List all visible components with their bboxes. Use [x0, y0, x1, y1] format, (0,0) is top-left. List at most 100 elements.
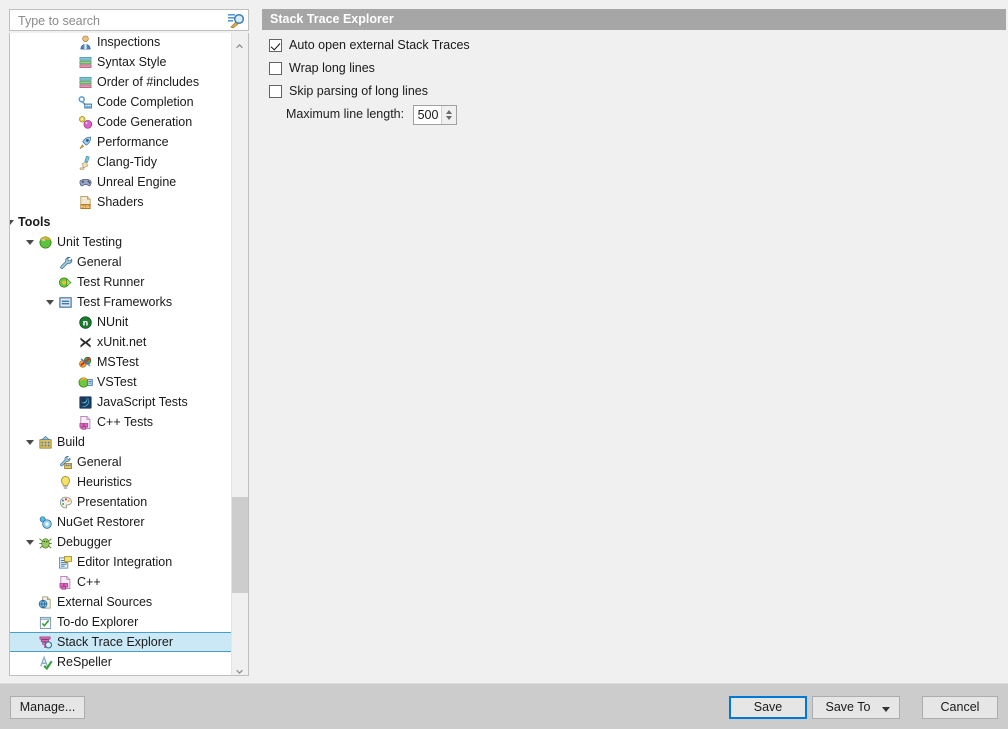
tree-item-javascript-tests[interactable]: JavaScript Tests	[10, 392, 232, 412]
tree-item-label: Unit Testing	[57, 235, 123, 249]
tree-item-heuristics[interactable]: Heuristics	[10, 472, 232, 492]
checkbox-label: Auto open external Stack Traces	[289, 38, 470, 52]
expander-collapse-icon[interactable]	[26, 440, 34, 445]
checkbox-auto-open-external-stack-traces[interactable]	[269, 39, 282, 52]
tree-item-code-completion[interactable]: Code Completion	[10, 92, 232, 112]
respeller-icon	[38, 655, 53, 671]
tree-item-label: Heuristics	[77, 475, 132, 489]
tree-item-label: Syntax Style	[97, 55, 167, 69]
tree-item-xunit-net[interactable]: xUnit.net	[10, 332, 232, 352]
tree-item-label: Shaders	[97, 195, 144, 209]
expander-collapse-icon[interactable]	[46, 300, 54, 305]
tree-item-c[interactable]: C++	[10, 572, 232, 592]
tree-item-presentation[interactable]: Presentation	[10, 492, 232, 512]
tree-item-to-do-explorer[interactable]: To-do Explorer	[10, 612, 232, 632]
stack-trace-icon	[38, 635, 53, 650]
checkbox-skip-parsing-of-long-lines[interactable]	[269, 85, 282, 98]
tree-item-vstest[interactable]: VSTest	[10, 372, 232, 392]
maximum-line-length-value[interactable]: 500	[418, 106, 439, 124]
external-sources-icon	[38, 595, 53, 610]
checkbox-row-skip-parsing-of-long-lines[interactable]: Skip parsing of long lines	[269, 82, 428, 100]
svg-text:n: n	[83, 319, 89, 328]
code-generation-icon	[78, 115, 93, 130]
manage-button[interactable]: Manage...	[10, 696, 85, 719]
tree-item-general[interactable]: General	[10, 252, 232, 272]
checkbox-row-wrap-long-lines[interactable]: Wrap long lines	[269, 59, 375, 77]
tree-item-performance[interactable]: Performance	[10, 132, 232, 152]
tree-item-mstest[interactable]: MSTest	[10, 352, 232, 372]
unit-testing-icon	[38, 235, 53, 250]
checkbox-wrap-long-lines[interactable]	[269, 62, 282, 75]
syntax-style-icon	[78, 55, 93, 70]
tree-item-label: xUnit.net	[97, 335, 147, 349]
xunit-icon	[78, 335, 93, 350]
tree-item-label: VSTest	[97, 375, 137, 389]
settings-tree[interactable]: Inspections Syntax Style Order of #include…	[9, 33, 249, 676]
cpp-icon	[58, 575, 73, 590]
tree-item-shaders[interactable]: HLSL Shaders	[10, 192, 232, 212]
tree-item-c-tests[interactable]: C++ Tests	[10, 412, 232, 432]
svg-text:HLSL: HLSL	[81, 205, 91, 209]
tree-item-code-generation[interactable]: Code Generation	[10, 112, 232, 132]
maximum-line-length-stepper[interactable]: 500	[412, 104, 457, 125]
expander-collapse-icon[interactable]	[26, 540, 34, 545]
tree-item-stack-trace-explorer[interactable]: Stack Trace Explorer	[10, 632, 232, 652]
tree-item-inspections[interactable]: Inspections	[10, 33, 232, 52]
tree-item-label: NUnit	[97, 315, 129, 329]
tree-item-label: Test Runner	[77, 275, 145, 289]
expander-collapse-icon[interactable]	[26, 240, 34, 245]
tree-item-test-frameworks[interactable]: Test Frameworks	[10, 292, 232, 312]
scroll-down-button[interactable]	[232, 658, 248, 675]
checkbox-label: Skip parsing of long lines	[289, 84, 428, 98]
tree-item-external-sources[interactable]: External Sources	[10, 592, 232, 612]
code-completion-icon	[78, 95, 93, 110]
tree-item-label: Performance	[97, 135, 169, 149]
tree-item-respeller[interactable]: ReSpeller	[10, 652, 232, 672]
search-input[interactable]	[16, 10, 220, 32]
checkbox-row-auto-open-external-stack-traces[interactable]: Auto open external Stack Traces	[269, 36, 470, 54]
scroll-up-button[interactable]	[232, 33, 248, 50]
tree-item-debugger[interactable]: Debugger	[10, 532, 232, 552]
tree-item-nuget-restorer[interactable]: NuGet Restorer	[10, 512, 232, 532]
shaders-icon: HLSL	[78, 195, 93, 210]
tree-item-label: Clang-Tidy	[97, 155, 157, 169]
chevron-up-icon	[236, 39, 243, 49]
tree-item-editor-integration[interactable]: Editor Integration	[10, 552, 232, 572]
build-general-icon	[58, 455, 73, 470]
cancel-button[interactable]: Cancel	[922, 696, 998, 719]
debugger-icon	[38, 535, 53, 550]
tree-item-label: General	[77, 255, 122, 269]
javascript-tests-icon	[78, 395, 93, 410]
inspections-icon	[78, 35, 93, 50]
tree-item-label: Order of #includes	[97, 75, 200, 89]
tree-item-order-of-includes[interactable]: Order of #includes	[10, 72, 232, 92]
tree-item-label: C++ Tests	[97, 415, 154, 429]
chevron-down-icon	[236, 664, 243, 675]
tree-item-label: Debugger	[57, 535, 112, 549]
stepper-up-icon[interactable]	[445, 109, 452, 114]
stepper-down-icon[interactable]	[445, 115, 452, 120]
tree-item-unreal-engine[interactable]: Unreal Engine	[10, 172, 232, 192]
mstest-icon	[78, 355, 93, 370]
save-button[interactable]: Save	[729, 696, 807, 719]
tree-item-label: External Sources	[57, 595, 153, 609]
tree-item-clang-tidy[interactable]: Clang-Tidy	[10, 152, 232, 172]
tree-scroll-region: Inspections Syntax Style Order of #include…	[10, 33, 232, 675]
tree-item-build[interactable]: Build	[10, 432, 232, 452]
search-icon[interactable]	[227, 12, 245, 29]
tree-item-nunit[interactable]: n NUnit	[10, 312, 232, 332]
tree-item-syntax-style[interactable]: Syntax Style	[10, 52, 232, 72]
scrollbar-thumb[interactable]	[232, 497, 248, 593]
tree-item-test-runner[interactable]: Test Runner	[10, 272, 232, 292]
tree-item-tools[interactable]: Tools	[10, 212, 232, 232]
search-box[interactable]	[9, 9, 249, 32]
tree-vertical-scrollbar[interactable]	[231, 33, 248, 675]
stepper-buttons[interactable]	[440, 105, 456, 124]
test-frameworks-icon	[58, 295, 73, 310]
tree-item-unit-testing[interactable]: Unit Testing	[10, 232, 232, 252]
expander-collapse-icon[interactable]	[10, 220, 14, 225]
maximum-line-length-label: Maximum line length:	[286, 107, 405, 121]
save-to-button[interactable]: Save To	[812, 696, 900, 719]
options-panel: Stack Trace Explorer Auto open external …	[260, 0, 1008, 683]
tree-item-general[interactable]: General	[10, 452, 232, 472]
